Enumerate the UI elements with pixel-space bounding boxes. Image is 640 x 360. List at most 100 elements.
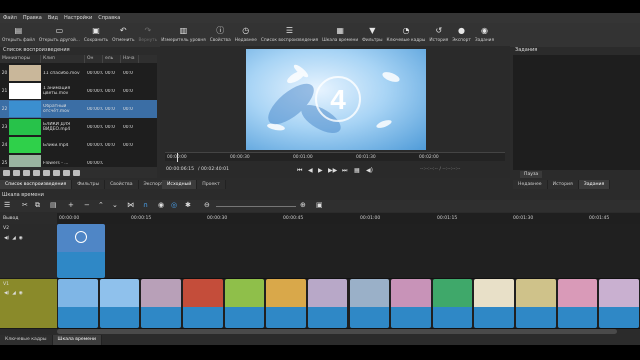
toolbar-button-label: Шкала времени <box>322 38 359 43</box>
menu-edit[interactable]: Правка <box>23 15 42 21</box>
current-timecode[interactable]: 00:00:06:15 <box>166 167 194 172</box>
column-thumbnails[interactable]: Миниатюры <box>0 55 41 63</box>
scrub-icon[interactable]: ◉ <box>158 201 164 209</box>
split-icon[interactable]: ⋈ <box>127 201 134 209</box>
timeline-clip[interactable] <box>141 279 181 328</box>
toolbar-button[interactable]: ⓘ Свойства <box>210 23 231 47</box>
pause-button[interactable]: Пауза <box>520 171 543 178</box>
video-preview[interactable]: 4 <box>246 49 426 150</box>
menu-help[interactable]: Справка <box>98 15 120 21</box>
skip-end-icon[interactable]: ⏭ <box>342 167 347 175</box>
remove-icon[interactable]: − <box>84 201 90 209</box>
paste-icon[interactable]: ▤ <box>50 201 57 209</box>
timeline-clip[interactable] <box>432 279 473 328</box>
playlist-row[interactable]: 211 анимация цветы.mov00:00:00:0000:000:… <box>0 82 157 100</box>
tab-project[interactable]: Проект <box>197 180 226 189</box>
append-icon[interactable]: + <box>68 201 74 209</box>
menu-icon[interactable] <box>3 169 10 176</box>
update-icon[interactable] <box>43 169 50 176</box>
playlist-row[interactable]: 22Обратный отсчёт.mov00:00:00:0000:000:0 <box>0 100 157 118</box>
zoom-out-icon[interactable]: ⊖ <box>204 201 210 209</box>
check-icon[interactable] <box>33 169 40 176</box>
track-header-v2[interactable]: V2 ◀) ◢ ◉ <box>0 224 57 279</box>
snap-icon[interactable]: ∩ <box>143 201 148 209</box>
toolbar-button[interactable]: ▼ Фильтры <box>362 23 382 47</box>
skip-start-icon[interactable]: ⏮ <box>297 167 302 175</box>
toolbar-button[interactable]: ↺ История <box>429 23 448 47</box>
toolbar-button[interactable]: ↶ Отменить <box>112 23 134 47</box>
zoom-fit-icon[interactable]: ▣ <box>316 201 323 209</box>
timeline-clip[interactable] <box>307 279 348 328</box>
timeline-clip[interactable] <box>599 279 639 328</box>
tab-jobs[interactable]: Задания <box>578 180 611 189</box>
toolbar-button[interactable]: ▭ Открыть другой... <box>39 23 80 47</box>
clip-countdown[interactable] <box>57 224 105 278</box>
timeline-clip[interactable] <box>266 279 306 328</box>
tab-filters[interactable]: Фильтры <box>72 180 106 189</box>
zoom-slider[interactable] <box>216 206 296 207</box>
toolbar-button[interactable]: ▤ Открыть файл <box>2 23 35 47</box>
timeline-clip[interactable] <box>557 279 598 328</box>
lift-icon[interactable]: ⌃ <box>98 201 104 209</box>
tab-recent[interactable]: Недавнее <box>513 180 548 189</box>
tab-playlist[interactable]: Список воспроизведения <box>0 180 73 189</box>
toolbar-button[interactable]: ↷ Вернуть <box>138 23 157 47</box>
toolbar-button[interactable]: ◷ Недавнее <box>235 23 257 47</box>
playlist-row[interactable]: 23БЛИКИ ДЛЯ ВИДЕО.mp400:00:00:0000:000:0 <box>0 118 157 136</box>
copy-icon[interactable]: ⧉ <box>35 201 40 210</box>
remove-icon[interactable] <box>13 169 20 176</box>
add-icon[interactable] <box>23 169 30 176</box>
menu-file[interactable]: Файл <box>3 15 17 21</box>
timeline-scrollbar[interactable] <box>57 329 617 334</box>
overwrite-icon[interactable]: ⌄ <box>112 201 118 209</box>
view-details-icon[interactable] <box>53 169 60 176</box>
toolbar-button[interactable]: ▣ Сохранить <box>84 23 108 47</box>
volume-icon[interactable]: ◀) <box>366 167 373 174</box>
timeline-clip[interactable] <box>516 279 556 328</box>
tab-timeline[interactable]: Шкала времени <box>52 335 102 345</box>
tab-keyframes[interactable]: Ключевые кадры <box>0 335 53 345</box>
fast-forward-icon[interactable]: ▶▶ <box>328 167 337 174</box>
ripple-all-icon[interactable]: ✱ <box>185 201 191 209</box>
timeline-clip[interactable] <box>58 279 98 328</box>
timeline-clip[interactable] <box>391 279 431 328</box>
grid-icon[interactable]: ▦ <box>354 167 360 174</box>
timeline-clip[interactable] <box>182 279 223 328</box>
view-tiles-icon[interactable] <box>63 169 70 176</box>
column-start[interactable]: Нача <box>121 55 139 63</box>
timeline-ruler[interactable]: 00:00:00 00:00:15 00:00:30 00:00:45 00:0… <box>57 213 640 224</box>
toolbar-button[interactable]: ▦ Шкала времени <box>322 23 358 47</box>
menu-settings[interactable]: Настройки <box>64 15 92 21</box>
cut-icon[interactable]: ✂ <box>22 201 28 209</box>
rewind-icon[interactable]: ◀ <box>308 167 313 174</box>
toolbar-button[interactable]: ◉ Задания <box>475 23 494 47</box>
timeline-clip[interactable] <box>474 279 515 328</box>
tab-history[interactable]: История <box>547 180 579 189</box>
preview-ruler[interactable]: 00:00:00 00:00:30 00:01:00 00:01:30 00:0… <box>165 152 505 162</box>
timeline-menu-icon[interactable]: ☰ <box>4 201 10 209</box>
playlist-row[interactable]: 2011 спасибо.mov00:00:00:0000:000:0 <box>0 64 157 82</box>
preview-playhead[interactable] <box>177 153 178 162</box>
timeline-clip[interactable] <box>349 279 390 328</box>
toolbar-button[interactable]: ◔ Ключевые кадры <box>387 23 426 47</box>
tab-source[interactable]: Исходный <box>162 180 198 189</box>
track-header-v1[interactable]: V1 ◀) ◢ ◉ <box>0 279 57 329</box>
ripple-icon[interactable]: ◎ <box>171 201 177 209</box>
column-in[interactable]: Он <box>85 55 103 63</box>
playlist-row[interactable]: 24Блики.mp400:00:00:0000:000:0 <box>0 136 157 154</box>
track-v1[interactable] <box>57 279 640 329</box>
tab-properties[interactable]: Свойства <box>105 180 139 189</box>
play-icon[interactable]: ▶ <box>318 167 323 174</box>
timeline-clip[interactable] <box>224 279 265 328</box>
timeline-clip[interactable] <box>99 279 140 328</box>
toolbar-button[interactable]: ● Экспорт <box>452 23 471 47</box>
toolbar-button[interactable]: ☰ Список воспроизведения <box>261 23 318 47</box>
zoom-in-icon[interactable]: ⊕ <box>300 201 306 209</box>
track-v2[interactable] <box>57 224 640 279</box>
menu-view[interactable]: Вид <box>48 15 58 21</box>
column-duration[interactable]: ель <box>103 55 121 63</box>
column-clip[interactable]: Клип <box>41 55 85 63</box>
view-icons-icon[interactable] <box>73 169 80 176</box>
toolbar-button-label: Вернуть <box>138 38 158 43</box>
toolbar-button[interactable]: ▥ Измеритель уровня <box>161 23 206 47</box>
